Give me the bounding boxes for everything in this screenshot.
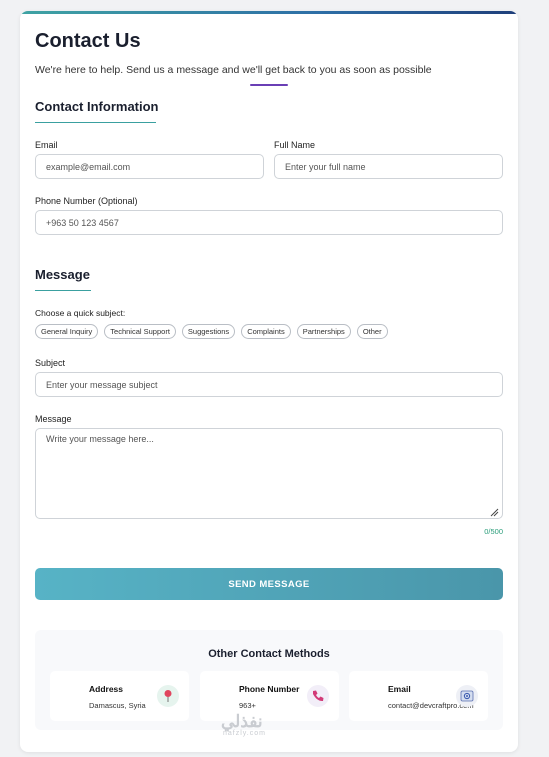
message-label: Message [35, 414, 72, 424]
phone-value: 963+ [239, 701, 256, 710]
pin-icon [157, 685, 179, 707]
contact-info-underline [35, 122, 156, 123]
contact-card: Contact Us We're here to help. Send us a… [20, 11, 518, 752]
chip-general-inquiry[interactable]: General Inquiry [35, 324, 99, 339]
phone-field[interactable] [35, 210, 503, 235]
phone-label: Phone Number (Optional) [35, 196, 138, 206]
chip-complaints[interactable]: Complaints [241, 324, 291, 339]
quick-subject-chips: General Inquiry Technical Support Sugges… [35, 324, 388, 339]
at-icon [456, 685, 478, 707]
chip-technical-support[interactable]: Technical Support [104, 324, 176, 339]
watermark-logo: نفذلي [221, 712, 263, 731]
address-card: Address Damascus, Syria [50, 671, 189, 721]
message-heading: Message [35, 267, 90, 282]
other-methods-heading: Other Contact Methods [208, 648, 330, 660]
phone-icon [307, 685, 329, 707]
address-title: Address [89, 684, 124, 694]
character-counter: 0/500 [484, 527, 503, 536]
subject-label: Subject [35, 358, 66, 368]
send-message-button[interactable]: SEND MESSAGE [35, 568, 503, 600]
fullname-label: Full Name [274, 140, 316, 150]
top-accent-bar [20, 11, 518, 14]
title-divider [250, 84, 288, 86]
chip-other[interactable]: Other [356, 324, 388, 339]
email-card: Email contact@devcraftpro.com [349, 671, 488, 721]
contact-info-heading: Contact Information [35, 99, 159, 114]
chip-suggestions[interactable]: Suggestions [181, 324, 236, 339]
subject-field[interactable] [35, 372, 503, 397]
message-underline [35, 290, 91, 291]
email-field[interactable] [35, 154, 264, 179]
email-title: Email [388, 684, 411, 694]
quick-subject-label: Choose a quick subject: [35, 308, 126, 318]
message-textarea[interactable] [35, 428, 503, 519]
other-contact-methods: Other Contact Methods Address Damascus, … [35, 630, 503, 730]
resize-handle-icon[interactable] [489, 507, 499, 517]
chip-partnerships[interactable]: Partnerships [296, 324, 351, 339]
page-subtitle: We're here to help. Send us a message an… [35, 64, 432, 76]
email-label: Email [35, 140, 58, 150]
page-title: Contact Us [35, 30, 141, 52]
fullname-field[interactable] [274, 154, 503, 179]
address-value: Damascus, Syria [89, 701, 146, 710]
watermark-url: nafzly.com [223, 730, 266, 737]
phone-title: Phone Number [239, 684, 300, 694]
